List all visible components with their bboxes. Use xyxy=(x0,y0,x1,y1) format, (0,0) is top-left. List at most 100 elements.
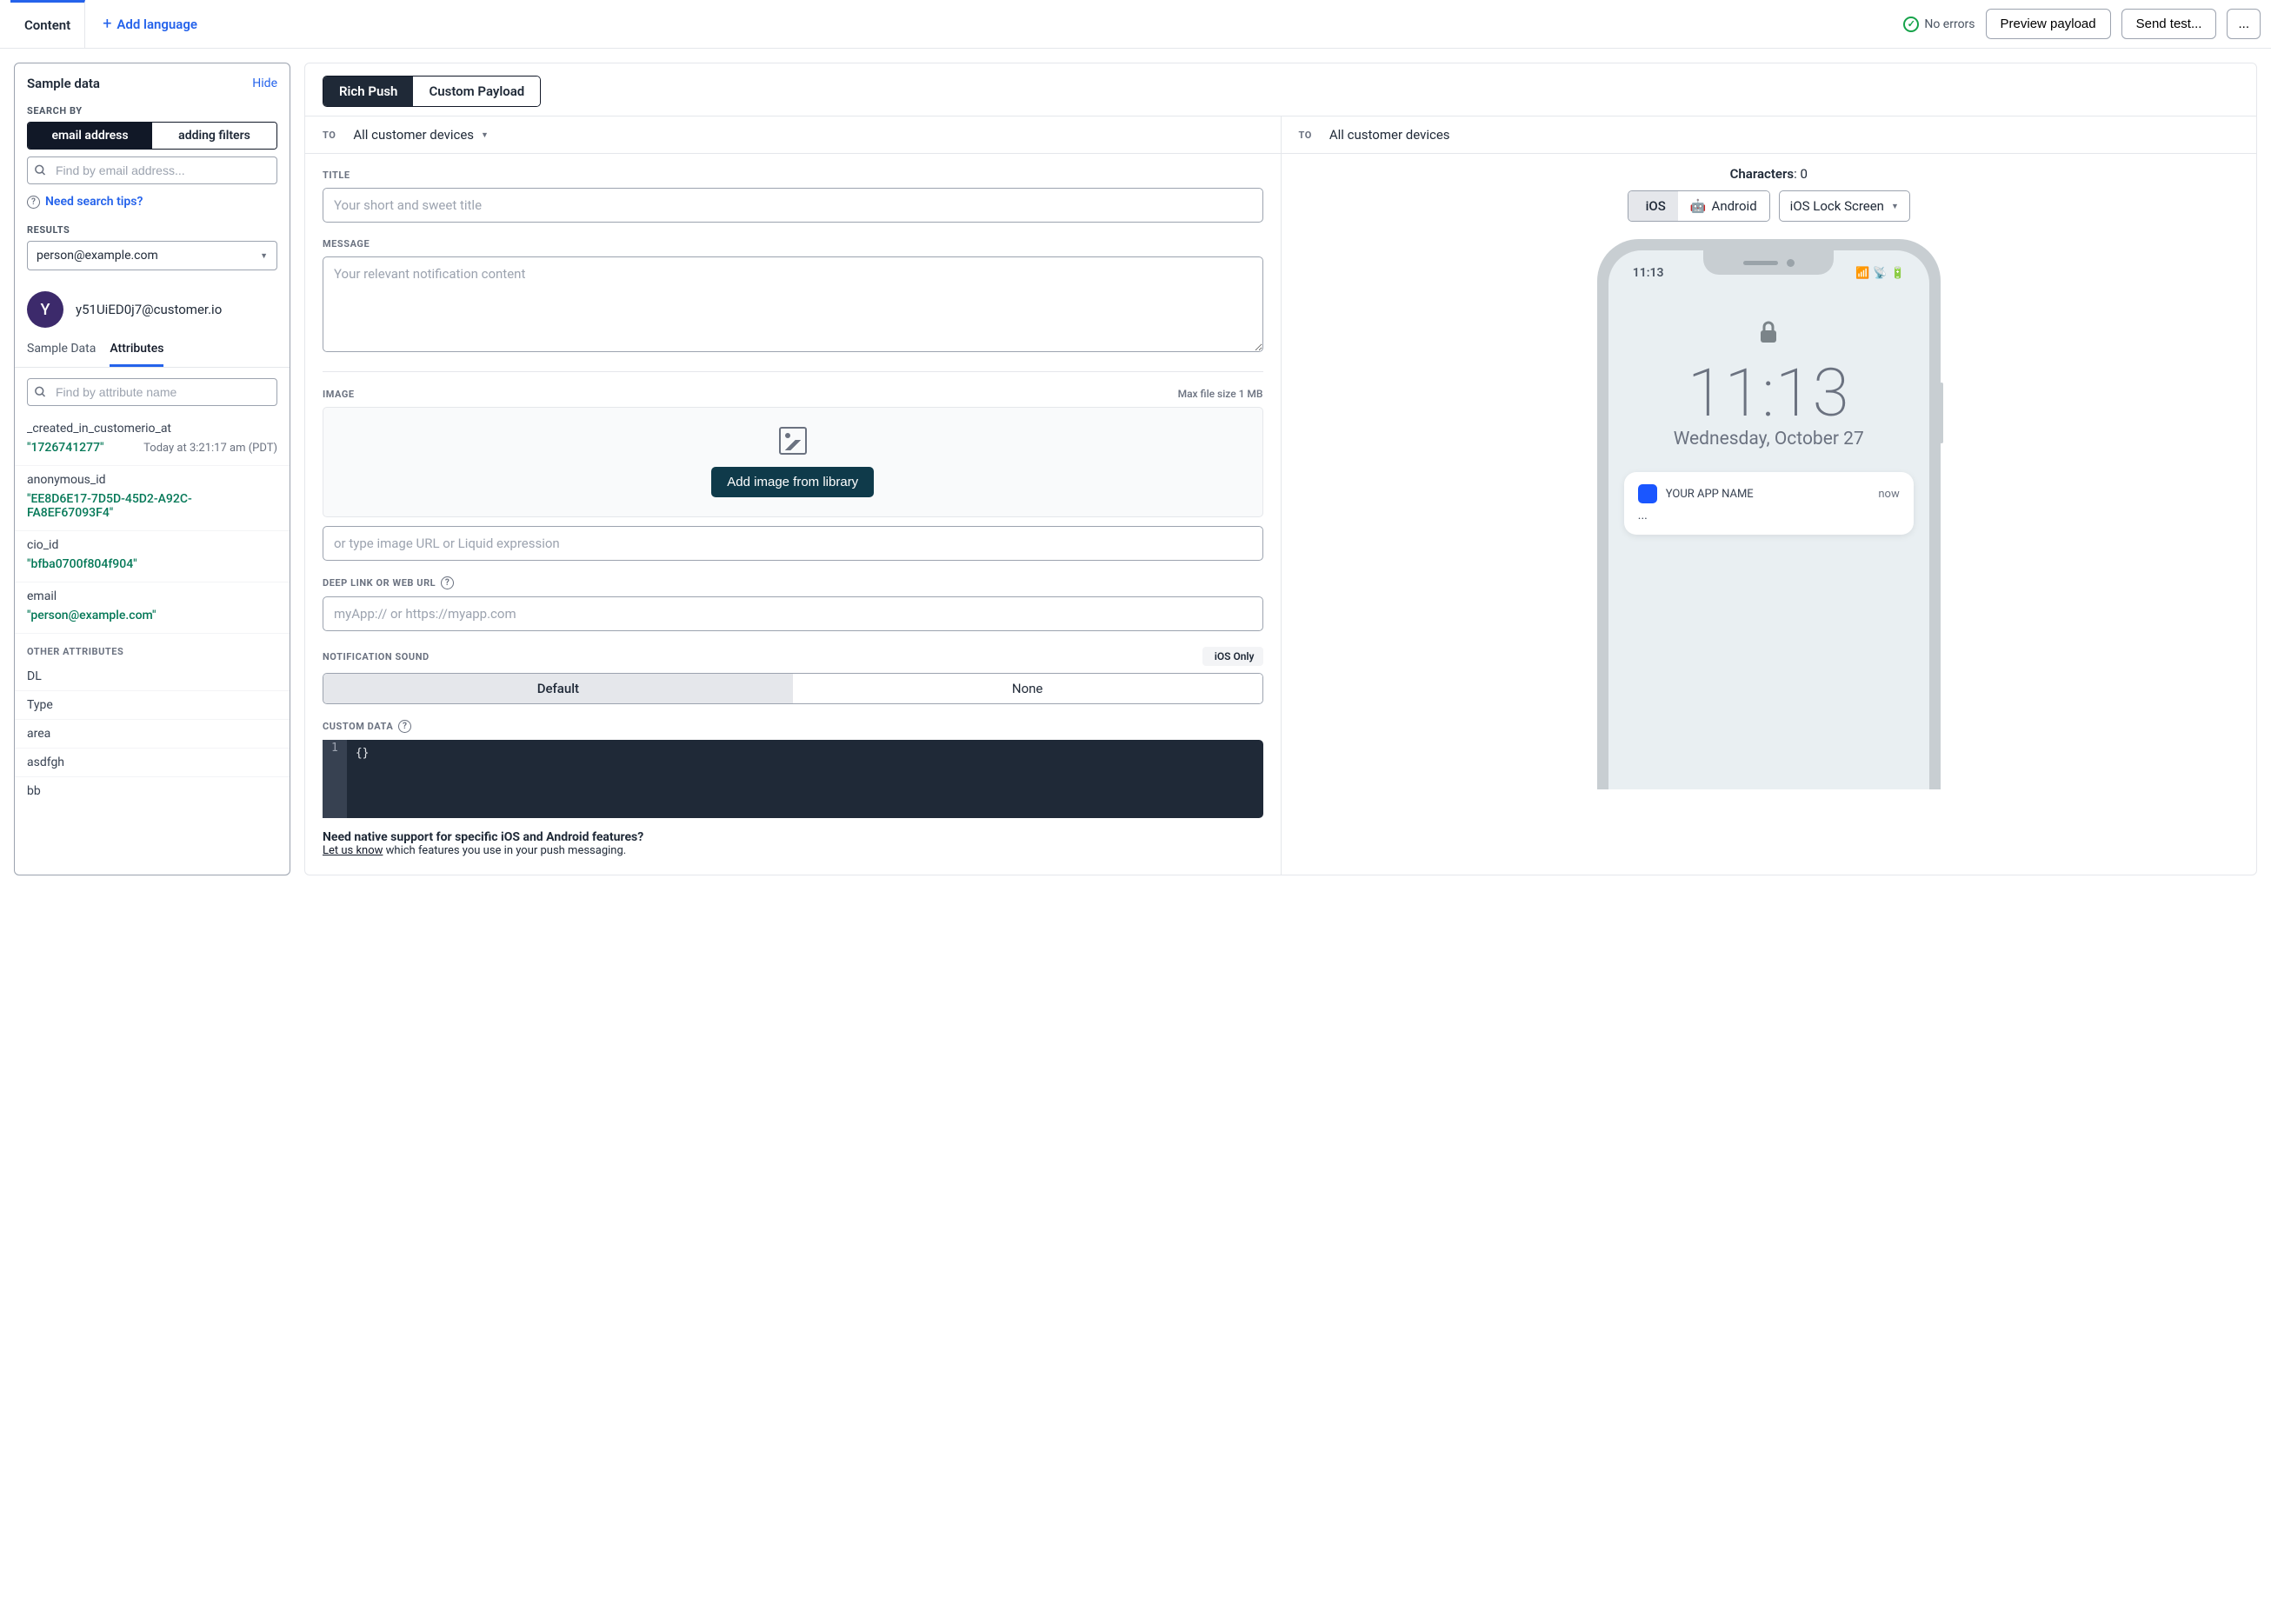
seg-adding-filters[interactable]: adding filters xyxy=(152,123,276,149)
check-circle-icon: ✓ xyxy=(1903,17,1919,32)
sound-segmented: Default None xyxy=(323,673,1263,704)
hide-link[interactable]: Hide xyxy=(252,77,277,90)
search-tips-link[interactable]: ? Need search tips? xyxy=(15,191,290,219)
other-attr[interactable]: DL xyxy=(15,662,290,691)
help-icon[interactable]: ? xyxy=(398,720,411,733)
max-file-size: Max file size 1 MB xyxy=(1178,388,1263,400)
add-language-button[interactable]: + Add language xyxy=(103,15,197,33)
signal-icon: 📶 xyxy=(1855,267,1869,280)
tab-content[interactable]: Content xyxy=(10,0,85,48)
os-android-label: Android xyxy=(1712,198,1757,214)
caret-down-icon: ▼ xyxy=(1891,202,1899,211)
notif-time: now xyxy=(1878,488,1899,501)
battery-icon: 🔋 xyxy=(1891,267,1905,280)
more-menu-button[interactable]: ... xyxy=(2227,9,2261,39)
avatar: Y xyxy=(27,291,63,328)
sound-default[interactable]: Default xyxy=(323,674,793,703)
image-icon xyxy=(779,427,807,455)
other-attr[interactable]: bb xyxy=(15,777,290,805)
deeplink-input[interactable] xyxy=(323,596,1263,631)
add-image-button[interactable]: Add image from library xyxy=(711,467,874,497)
no-errors-label: No errors xyxy=(1924,17,1975,31)
image-url-input[interactable] xyxy=(323,526,1263,561)
attr-search-input[interactable] xyxy=(27,378,277,406)
image-drop-zone[interactable]: Add image from library xyxy=(323,407,1263,517)
add-language-label: Add language xyxy=(117,17,197,32)
help-icon[interactable]: ? xyxy=(441,576,454,589)
code-content: {} xyxy=(356,747,370,811)
search-by-label: SEARCH BY xyxy=(15,100,290,122)
attr-item: anonymous_id "EE8D6E17-7D5D-45D2-A92C-FA… xyxy=(15,466,290,531)
rp-header: Rich Push Custom Payload xyxy=(305,63,2256,116)
other-attr[interactable]: Type xyxy=(15,691,290,720)
plus-icon: + xyxy=(103,15,111,33)
main-layout: Sample data Hide SEARCH BY email address… xyxy=(0,49,2271,889)
deeplink-label-row: DEEP LINK OR WEB URL ? xyxy=(323,576,1263,589)
help-icon: ? xyxy=(27,196,40,209)
title-label: TITLE xyxy=(323,170,1263,181)
attr-item: _created_in_customerio_at "1726741277" T… xyxy=(15,415,290,466)
notif-head: YOUR APP NAME now xyxy=(1638,484,1900,503)
rp-body: TO All customer devices ▼ TITLE MESSAGE xyxy=(305,116,2256,875)
no-errors-status: ✓ No errors xyxy=(1903,17,1975,32)
to-value-select[interactable]: All customer devices ▼ xyxy=(353,127,489,143)
top-left: Content + Add language xyxy=(10,0,197,48)
subtabs: Sample Data Attributes xyxy=(15,333,290,368)
message-label: MESSAGE xyxy=(323,238,1263,250)
send-test-button[interactable]: Send test... xyxy=(2121,9,2217,39)
tab-custom-payload[interactable]: Custom Payload xyxy=(413,77,540,106)
wifi-icon: 📡 xyxy=(1873,267,1887,280)
notification-card: YOUR APP NAME now ... xyxy=(1624,472,1914,535)
search-tips-label: Need search tips? xyxy=(45,195,143,209)
custom-data-editor[interactable]: 1 {} xyxy=(323,740,1263,818)
let-us-know-link[interactable]: Let us know xyxy=(323,844,383,857)
message-section: MESSAGE xyxy=(305,223,1281,356)
profile-row: Y y51UiED0j7@customer.io xyxy=(15,283,290,333)
tab-rich-push[interactable]: Rich Push xyxy=(323,77,413,106)
other-attr[interactable]: area xyxy=(15,720,290,749)
attr-key: cio_id xyxy=(27,538,277,552)
search-icon xyxy=(34,164,47,177)
attr-key: email xyxy=(27,589,277,603)
preview-payload-button[interactable]: Preview payload xyxy=(1986,9,2111,39)
camera xyxy=(1787,259,1795,267)
custom-data-label: CUSTOM DATA xyxy=(323,721,393,732)
os-android-button[interactable]: 🤖 Android xyxy=(1678,191,1769,221)
sample-data-panel: Sample data Hide SEARCH BY email address… xyxy=(14,63,290,875)
image-section: IMAGE Max file size 1 MB Add image from … xyxy=(305,372,1281,561)
subtab-attributes[interactable]: Attributes xyxy=(110,342,163,367)
to-label: TO xyxy=(1299,130,1312,141)
other-attributes-label: OTHER ATTRIBUTES xyxy=(15,634,290,662)
sound-header-row: NOTIFICATION SOUND iOS Only xyxy=(323,647,1263,666)
lockscreen-date: Wednesday, October 27 xyxy=(1624,429,1914,449)
attr-val: "EE8D6E17-7D5D-45D2-A92C-FA8EF67093F4" xyxy=(27,492,277,520)
caret-down-icon: ▼ xyxy=(260,251,268,261)
form-column: TO All customer devices ▼ TITLE MESSAGE xyxy=(305,116,1282,875)
sd-title: Sample data xyxy=(27,76,100,91)
screen-select[interactable]: iOS Lock Screen ▼ xyxy=(1779,190,1910,222)
custom-data-label-row: CUSTOM DATA ? xyxy=(323,720,1263,733)
attr-item: cio_id "bfba0700f804f904" xyxy=(15,531,290,582)
profile-email: y51UiED0j7@customer.io xyxy=(76,302,222,317)
attr-val: "bfba0700f804f904" xyxy=(27,557,277,571)
sound-label: NOTIFICATION SOUND xyxy=(323,651,430,662)
native-support-note: Need native support for specific iOS and… xyxy=(305,818,1281,875)
title-input[interactable] xyxy=(323,188,1263,223)
status-icons: 📶 📡 🔋 xyxy=(1855,267,1905,280)
seg-email-address[interactable]: email address xyxy=(28,123,152,149)
attr-note: Today at 3:21:17 am (PDT) xyxy=(143,442,277,455)
attr-item: email "person@example.com" xyxy=(15,582,290,634)
sound-none[interactable]: None xyxy=(793,674,1262,703)
message-textarea[interactable] xyxy=(323,256,1263,352)
other-attr[interactable]: asdfgh xyxy=(15,749,290,777)
email-search-input[interactable] xyxy=(27,156,277,184)
results-select[interactable]: person@example.com ▼ xyxy=(27,241,277,270)
subtab-sample-data[interactable]: Sample Data xyxy=(27,342,96,367)
attr-key: anonymous_id xyxy=(27,473,277,487)
content-panel: Rich Push Custom Payload TO All customer… xyxy=(304,63,2257,875)
code-gutter: 1 xyxy=(323,740,347,818)
ios-only-text: iOS Only xyxy=(1215,650,1255,662)
sd-header: Sample data Hide xyxy=(15,63,290,100)
image-label: IMAGE xyxy=(323,389,355,400)
os-ios-button[interactable]: iOS xyxy=(1628,191,1678,221)
